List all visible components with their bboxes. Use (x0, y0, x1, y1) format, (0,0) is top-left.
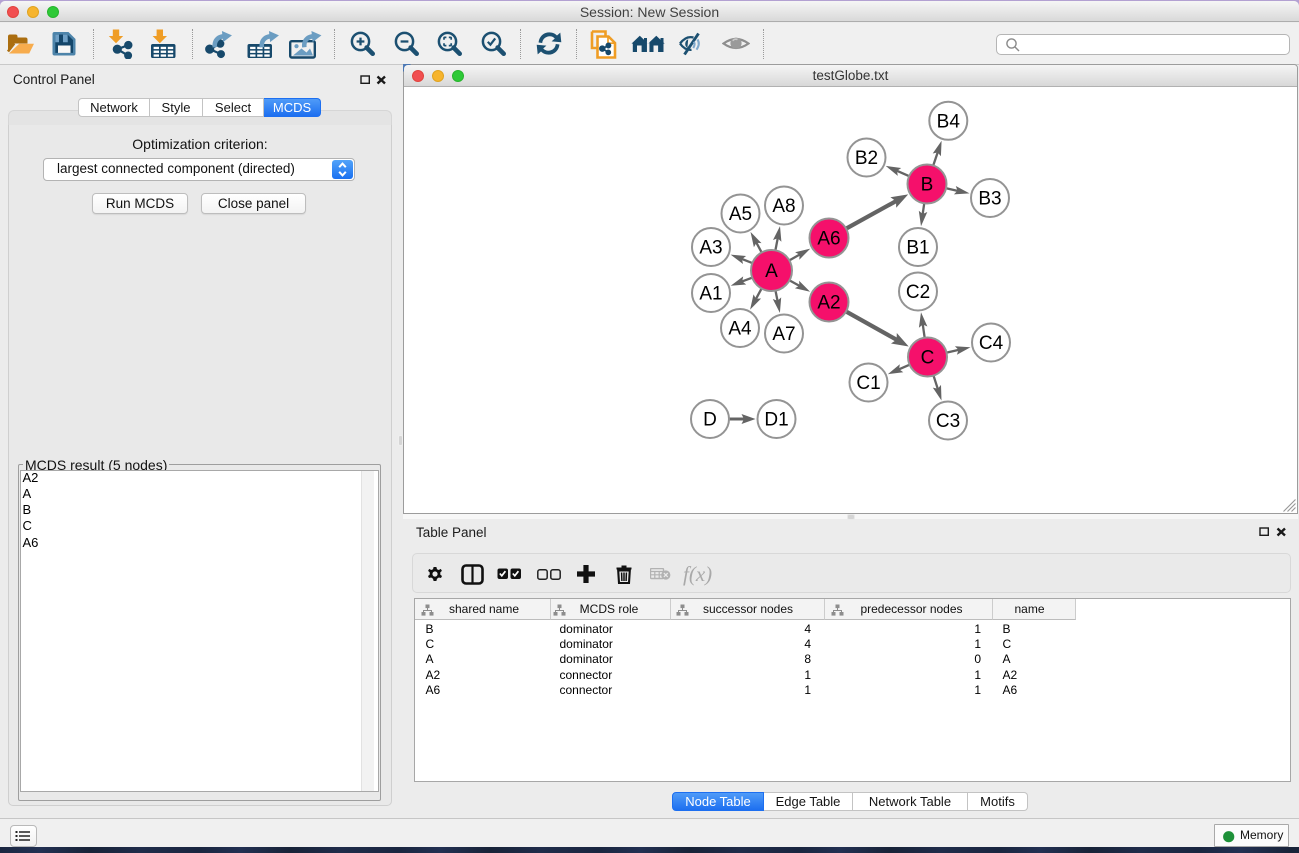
svg-text:A5: A5 (729, 204, 752, 225)
svg-text:D: D (703, 410, 717, 431)
svg-text:A8: A8 (772, 196, 795, 217)
svg-text:A6: A6 (817, 229, 840, 250)
svg-text:A1: A1 (699, 284, 722, 305)
svg-text:A7: A7 (772, 324, 795, 345)
svg-text:A4: A4 (728, 319, 752, 340)
svg-text:A: A (765, 261, 778, 282)
svg-text:B2: B2 (855, 148, 878, 169)
svg-text:A3: A3 (699, 238, 722, 259)
svg-text:B1: B1 (906, 238, 929, 259)
svg-text:A2: A2 (817, 293, 840, 314)
svg-text:B3: B3 (978, 189, 1001, 210)
svg-text:D1: D1 (764, 410, 788, 431)
svg-text:C1: C1 (856, 373, 880, 394)
svg-text:B4: B4 (937, 111, 961, 132)
svg-text:C: C (921, 348, 935, 369)
svg-text:C2: C2 (906, 282, 930, 303)
svg-text:B: B (921, 175, 934, 196)
svg-text:C3: C3 (936, 411, 960, 432)
svg-text:C4: C4 (979, 333, 1004, 354)
